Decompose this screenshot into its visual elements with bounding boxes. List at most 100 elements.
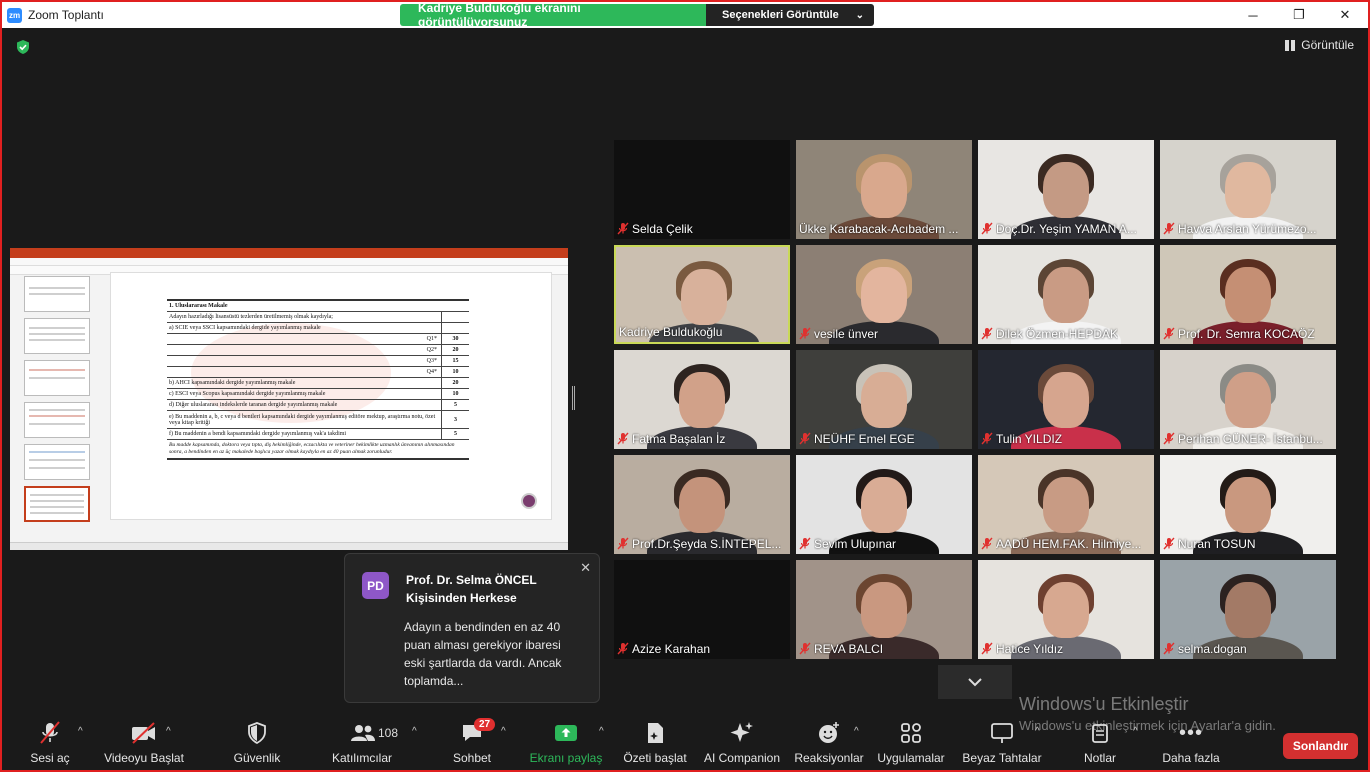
participants-options-caret-icon[interactable]: ^ [412,726,417,737]
view-button[interactable]: Görüntüle [1285,38,1354,52]
participant-name: Hatice Yıldız [996,641,1064,656]
participant-tile[interactable]: Kadriye Buldukoğlu [614,245,790,344]
whiteboard-options-caret-icon[interactable]: ^ [1035,726,1040,737]
chat-options-caret-icon[interactable]: ^ [501,726,506,737]
participant-name: vesile ünver [814,326,879,341]
maximize-button[interactable]: ❐ [1276,2,1322,28]
participant-video [861,162,907,218]
participant-name: Selda Çelik [632,221,693,236]
audio-options-caret-icon[interactable]: ^ [78,726,83,737]
muted-microphone-icon [799,537,811,550]
table-cell-score: 20 [441,378,469,388]
sparkle-icon [730,722,753,742]
muted-microphone-icon [617,222,629,235]
muted-microphone-icon [617,432,629,445]
more-button[interactable]: ••• Daha fazla [1160,718,1222,770]
table-footnote: Bu madde kapsamında, doktora veya tıpta,… [167,440,469,460]
chat-label: Sohbet [452,751,492,765]
slide-thumbnail[interactable] [24,444,90,480]
apps-button[interactable]: Uygulamalar [876,718,946,770]
chat-notification[interactable]: PD Prof. Dr. Selma ÖNCEL Kişisinden Herk… [344,553,600,703]
notes-button[interactable]: Notlar [1080,718,1120,770]
participant-video [679,372,725,428]
participant-tile[interactable]: Hatice Yıldız [978,560,1154,659]
participant-tile[interactable]: NEÜHF Emel EGE [796,350,972,449]
participant-name-tag: Ükke Karabacak-Acıbadem ... [799,220,969,237]
table-cell-score: 20 [441,345,469,355]
participant-tile[interactable]: Tulin YILDIZ [978,350,1154,449]
gallery-next-page-button[interactable] [938,665,1012,699]
participant-video [681,269,727,325]
notes-label: Notlar [1083,751,1116,765]
gallery-view-icon [1285,39,1296,51]
notes-options-caret-icon[interactable]: ^ [1133,726,1138,737]
encryption-shield-icon[interactable] [15,39,31,55]
zoom-window: zm Zoom Toplantı ─ ❐ ✕ Kadriye Buldukoğl… [0,0,1370,772]
participant-tile[interactable]: Havva Arslan Yürümezo... [1160,140,1336,239]
muted-microphone-icon [799,642,811,655]
start-summary-button[interactable]: Özeti başlat [622,718,688,770]
shared-screen[interactable]: 1. Uluslararası Makale Adayın hazırladığ… [10,248,568,550]
share-screen-icon [555,725,577,741]
table-cell-score: 15 [441,356,469,366]
muted-microphone-icon [1163,537,1175,550]
video-off-icon [132,722,155,744]
close-icon[interactable]: ✕ [580,560,591,576]
table-cell-criterion: e) Bu maddenin a, b, c veya d bentleri k… [169,413,436,426]
participant-video [861,372,907,428]
split-view-handle[interactable] [572,386,575,410]
unmute-button[interactable]: Sesi aç [28,718,72,770]
slide-thumbnail-active[interactable] [24,486,90,522]
participant-name-tag: vesile ünver [799,325,969,342]
participant-tile[interactable]: Ükke Karabacak-Acıbadem ... [796,140,972,239]
participant-tile[interactable]: Prof. Dr. Semra KOCAÖZ [1160,245,1336,344]
participant-tile[interactable]: Selda Çelik [614,140,790,239]
participant-tile[interactable]: Prof.Dr.Şeyda S.İNTEPEL... [614,455,790,554]
participant-name: Tulin YILDIZ [996,431,1063,446]
participant-tile[interactable]: Dilek Özmen-HEPDAK [978,245,1154,344]
slide-thumbnail[interactable] [24,402,90,438]
participant-tile[interactable]: vesile ünver [796,245,972,344]
participant-tile[interactable]: Nuran TOSUN [1160,455,1336,554]
participant-video [1043,372,1089,428]
table-cell-score: 10 [441,367,469,377]
video-options-caret-icon[interactable]: ^ [166,726,171,737]
screen-share-banner: Kadriye Buldukoğlu ekranını görüntülüyor… [400,4,874,26]
participant-tile[interactable]: Perihan GÜNER- İstanbu... [1160,350,1336,449]
slide-thumbnail[interactable] [24,318,90,354]
table-cell-score [441,312,469,322]
minimize-button[interactable]: ─ [1230,2,1276,28]
participant-tile[interactable]: REVA BALCI [796,560,972,659]
participants-button[interactable]: 108 Katılımcılar [330,718,398,770]
end-meeting-button[interactable]: Sonlandır [1283,733,1358,759]
participant-tile[interactable]: AADÜ HEM.FAK. Hilmiye... [978,455,1154,554]
share-screen-button[interactable]: Ekranı paylaş [530,718,602,770]
participant-tile[interactable]: Doç.Dr. Yeşim YAMAN A... [978,140,1154,239]
muted-microphone-icon [617,537,629,550]
table-row: Q3* 15 [167,356,469,367]
chat-button[interactable]: 27 Sohbet [450,718,496,770]
share-options-caret-icon[interactable]: ^ [599,726,604,737]
participant-tile[interactable]: selma.dogan [1160,560,1336,659]
more-dots-icon: ••• [1178,721,1203,744]
muted-microphone-icon [981,327,993,340]
table-cell-score: 5 [441,429,469,439]
participant-tile[interactable]: Fatma Başalan İz [614,350,790,449]
participant-tile[interactable]: Sevim Ulupınar [796,455,972,554]
table-row: d) Diğer uluslararası indekslerde tarana… [167,400,469,411]
powerpoint-title-bar [10,248,568,258]
slide-thumbnail[interactable] [24,276,90,312]
table-header-row: 1. Uluslararası Makale [167,301,469,312]
participant-name-tag: Nuran TOSUN [1163,535,1333,552]
participant-tile[interactable]: Azize Karahan [614,560,790,659]
table-cell-score: 5 [441,400,469,410]
start-video-button[interactable]: Videoyu Başlat [103,718,185,770]
reactions-options-caret-icon[interactable]: ^ [854,726,859,737]
whiteboards-button[interactable]: Beyaz Tahtalar [962,718,1042,770]
slide-thumbnail[interactable] [24,360,90,396]
view-options-button[interactable]: Seçenekleri Görüntüle ⌄ [706,4,874,26]
security-button[interactable]: Güvenlik [232,718,282,770]
close-window-button[interactable]: ✕ [1322,2,1368,28]
table-cell-criterion: c) ESCI veya Scopus kapsamındaki dergide… [169,391,326,397]
ai-companion-button[interactable]: AI Companion [702,718,782,770]
